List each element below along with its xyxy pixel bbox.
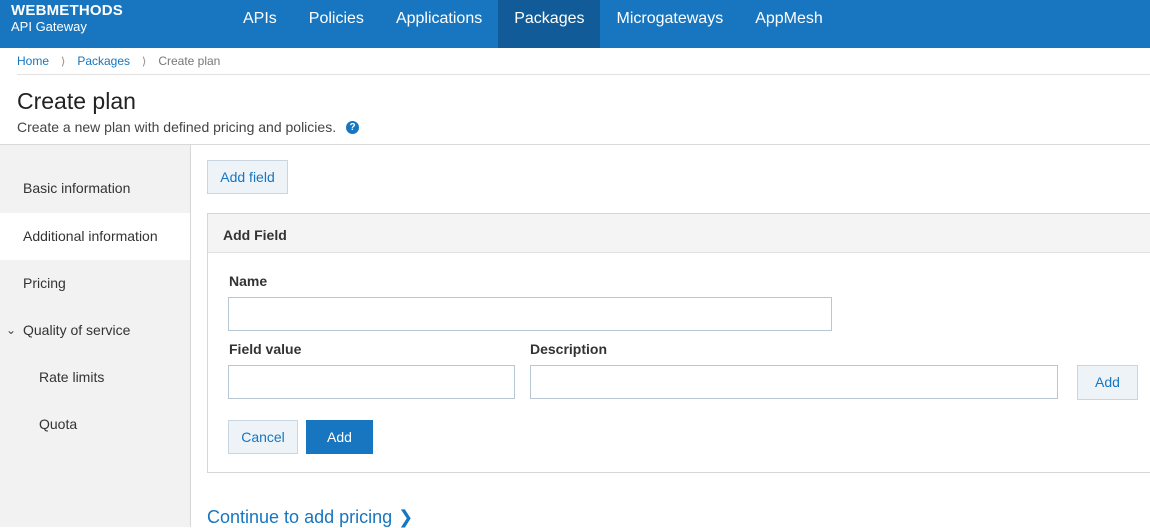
add-value-button[interactable]: Add [1077,365,1138,400]
sidebar-item-rate-limits[interactable]: Rate limits [0,354,190,401]
top-navigation-bar: WEBMETHODS API Gateway APIs Policies App… [0,0,1150,48]
nav-item-policies[interactable]: Policies [293,0,380,48]
page-description-text: Create a new plan with defined pricing a… [17,119,337,135]
sidebar-item-basic-information[interactable]: Basic information [0,165,190,212]
name-label: Name [229,273,268,289]
sidebar: Basic information Additional information… [0,145,191,527]
question-circle-icon[interactable]: ? [346,120,360,134]
name-input[interactable] [228,297,832,331]
nav-item-applications[interactable]: Applications [380,0,498,48]
chevron-right-icon: ❯ [398,507,414,527]
field-value-label: Field value [229,341,302,357]
breadcrumb-home[interactable]: Home [17,54,49,68]
sidebar-item-pricing[interactable]: Pricing [0,260,190,307]
cancel-button[interactable]: Cancel [228,420,298,454]
breadcrumb: Home ⟩ Packages ⟩ Create plan [17,54,220,68]
panel-title: Add Field [223,227,287,243]
add-field-button[interactable]: Add field [207,160,288,194]
panel-header: Add Field [208,214,1150,253]
brand-name: WEBMETHODS [11,2,123,19]
page-title: Create plan [17,88,136,114]
description-label: Description [530,341,608,357]
continue-to-pricing-link[interactable]: Continue to add pricing ❯ [207,507,413,528]
page-description: Create a new plan with defined pricing a… [17,119,360,135]
nav-item-apis[interactable]: APIs [227,0,293,48]
sidebar-item-quality-of-service[interactable]: ⌄ Quality of service [0,307,190,354]
chevron-down-icon: ⌄ [6,323,17,337]
brand-logo[interactable]: WEBMETHODS API Gateway [11,3,123,35]
continue-link-label: Continue to add pricing [207,507,393,527]
field-value-input[interactable] [228,365,515,399]
description-input[interactable] [530,365,1058,399]
breadcrumb-separator-icon: ⟩ [142,55,147,68]
sidebar-item-quota[interactable]: Quota [0,401,190,448]
breadcrumb-packages[interactable]: Packages [77,54,130,68]
nav-item-appmesh[interactable]: AppMesh [739,0,839,48]
nav-item-packages[interactable]: Packages [498,0,601,48]
breadcrumb-current: Create plan [158,54,221,68]
sidebar-item-label: Quality of service [23,322,131,338]
sidebar-item-additional-information[interactable]: Additional information [0,213,190,260]
main-nav: APIs Policies Applications Packages Micr… [227,0,839,48]
add-button[interactable]: Add [306,420,373,454]
add-field-panel: Add Field Name Field value Description A… [207,213,1150,473]
nav-item-microgateways[interactable]: Microgateways [600,0,739,48]
breadcrumb-divider [17,74,1150,75]
brand-product: API Gateway [11,19,87,34]
breadcrumb-separator-icon: ⟩ [61,55,66,68]
